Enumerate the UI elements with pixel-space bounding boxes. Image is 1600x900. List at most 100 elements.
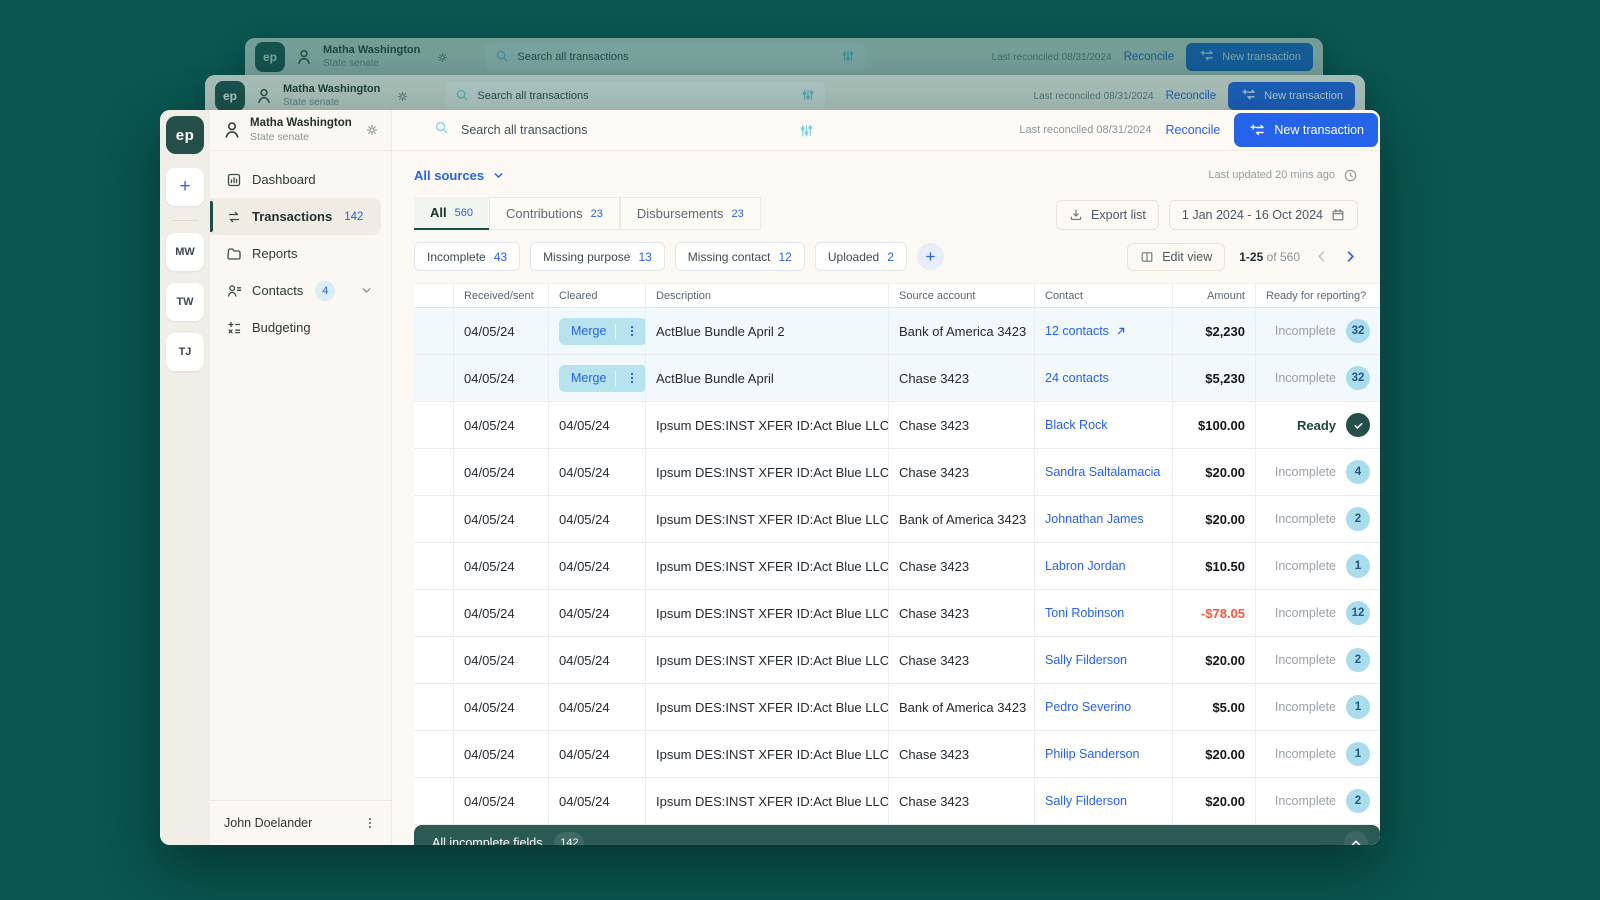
contact-link[interactable]: Sandra Saltalamacia: [1045, 465, 1160, 479]
table-row[interactable]: 04/05/24MergeActBlue Bundle April 2Bank …: [414, 308, 1380, 355]
filter-chip-count: 12: [779, 250, 792, 264]
incomplete-count-badge[interactable]: 2: [1346, 648, 1370, 672]
chevron-up-icon[interactable]: [1344, 831, 1368, 846]
cell-contact: Philip Sanderson: [1035, 731, 1173, 777]
budgeting-icon: [226, 320, 242, 336]
table-row[interactable]: 04/05/2404/05/24Ipsum DES:INST XFER ID:A…: [414, 637, 1380, 684]
filter-chip-missing-purpose[interactable]: Missing purpose13: [530, 242, 665, 271]
filter-chip-incomplete[interactable]: Incomplete43: [414, 242, 520, 271]
cell-cleared: 04/05/24: [549, 778, 646, 824]
table-row[interactable]: 04/05/24MergeActBlue Bundle AprilChase 3…: [414, 355, 1380, 402]
kebab-menu-icon[interactable]: [625, 371, 639, 385]
incomplete-count-badge[interactable]: 1: [1346, 554, 1370, 578]
tab-disbursements[interactable]: Disbursements23: [620, 197, 761, 230]
sidebar-item-transactions[interactable]: Transactions142: [210, 198, 381, 235]
incomplete-fields-bar[interactable]: All incomplete fields 142: [414, 825, 1380, 845]
tab-all[interactable]: All560: [414, 197, 489, 230]
date-range-picker[interactable]: 1 Jan 2024 - 16 Oct 2024: [1169, 200, 1358, 230]
filter-chip-label: Uploaded: [828, 250, 879, 264]
cell-source-account: Chase 3423: [889, 543, 1035, 589]
sidebar-item-label: Dashboard: [252, 172, 316, 187]
kebab-menu-icon[interactable]: [625, 324, 639, 338]
filter-chip-missing-contact[interactable]: Missing contact12: [675, 242, 805, 271]
table-row[interactable]: 04/05/2404/05/24Ipsum DES:INST XFER ID:A…: [414, 684, 1380, 731]
incomplete-count-badge[interactable]: 4: [1346, 460, 1370, 484]
sidebar-nav: Dashboard Transactions142ReportsContacts4…: [210, 151, 391, 346]
contact-link[interactable]: Sally Filderson: [1045, 653, 1127, 667]
kebab-menu-icon[interactable]: [363, 816, 377, 830]
merge-button[interactable]: Merge: [559, 318, 646, 345]
add-workspace-button[interactable]: +: [166, 168, 204, 206]
table-row[interactable]: 04/05/2404/05/24Ipsum DES:INST XFER ID:A…: [414, 731, 1380, 778]
row-select-cell: [414, 308, 454, 354]
contact-link[interactable]: 12 contacts: [1045, 324, 1127, 338]
new-transaction-button[interactable]: New transaction: [1234, 113, 1378, 147]
cell-amount: $5.00: [1173, 684, 1256, 730]
gear-icon[interactable]: [365, 123, 379, 137]
incomplete-count-badge[interactable]: 2: [1346, 507, 1370, 531]
sidebar-item-contacts[interactable]: Contacts4: [210, 272, 381, 309]
contact-link[interactable]: Philip Sanderson: [1045, 747, 1140, 761]
row-select-cell: [414, 496, 454, 542]
incomplete-count-badge[interactable]: 2: [1346, 789, 1370, 813]
table-row[interactable]: 04/05/2404/05/24Ipsum DES:INST XFER ID:A…: [414, 449, 1380, 496]
contact-link[interactable]: Johnathan James: [1045, 512, 1144, 526]
sidebar-item-dashboard[interactable]: Dashboard: [210, 161, 381, 198]
table-row[interactable]: 04/05/2404/05/24Ipsum DES:INST XFER ID:A…: [414, 543, 1380, 590]
chevron-right-icon[interactable]: [1343, 249, 1358, 264]
filter-chip-label: Incomplete: [427, 250, 486, 264]
incomplete-count-badge[interactable]: 1: [1346, 742, 1370, 766]
reconcile-link[interactable]: Reconcile: [1165, 123, 1220, 137]
incomplete-count-badge[interactable]: 12: [1346, 601, 1370, 625]
incomplete-count-badge[interactable]: 32: [1346, 366, 1370, 390]
column-header-cleared: Cleared: [549, 284, 646, 307]
filter-chip-uploaded[interactable]: Uploaded2: [815, 242, 907, 271]
edit-view-button[interactable]: Edit view: [1127, 243, 1225, 271]
tab-contributions[interactable]: Contributions23: [489, 197, 620, 230]
cell-contact: Johnathan James: [1035, 496, 1173, 542]
contact-link[interactable]: Labron Jordan: [1045, 559, 1126, 573]
contact-link[interactable]: Black Rock: [1045, 418, 1108, 432]
filter-chip-count: 13: [638, 250, 651, 264]
export-list-button[interactable]: Export list: [1056, 200, 1159, 230]
workspace-avatar-tj[interactable]: TJ: [166, 333, 204, 371]
contact-link[interactable]: 24 contacts: [1045, 371, 1109, 385]
merge-label: Merge: [571, 324, 606, 338]
chevron-left-icon[interactable]: [1314, 249, 1329, 264]
chevron-down-icon[interactable]: [360, 284, 373, 297]
incomplete-count-badge[interactable]: 32: [1346, 319, 1370, 343]
cell-description: Ipsum DES:INST XFER ID:Act Blue LLC...: [646, 496, 889, 542]
content-area: All sources Last updated 20 mins ago All…: [392, 151, 1380, 845]
account-switcher[interactable]: Matha Washington State senate: [210, 110, 391, 151]
reports-icon: [226, 246, 242, 262]
cell-contact: Black Rock: [1035, 402, 1173, 448]
filter-sliders-icon[interactable]: [799, 123, 814, 138]
sidebar-item-budgeting[interactable]: Budgeting: [210, 309, 381, 346]
user-name: Matha Washington: [250, 117, 352, 131]
cell-description: ActBlue Bundle April: [646, 355, 889, 401]
merge-button[interactable]: Merge: [559, 365, 646, 392]
workspace-avatar-tw[interactable]: TW: [166, 283, 204, 321]
source-filter-dropdown[interactable]: All sources: [414, 168, 505, 183]
clock-icon[interactable]: [1343, 168, 1358, 183]
table-row[interactable]: 04/05/2404/05/24Ipsum DES:INST XFER ID:A…: [414, 496, 1380, 543]
status-label: Incomplete: [1275, 653, 1336, 667]
contact-link[interactable]: Pedro Severino: [1045, 700, 1131, 714]
table-row[interactable]: 04/05/2404/05/24Ipsum DES:INST XFER ID:A…: [414, 778, 1380, 825]
new-transaction-icon: [1248, 123, 1266, 137]
cell-cleared: 04/05/24: [549, 731, 646, 777]
sidebar-item-reports[interactable]: Reports: [210, 235, 381, 272]
table-row[interactable]: 04/05/2404/05/24Ipsum DES:INST XFER ID:A…: [414, 590, 1380, 637]
cell-contact: Sandra Saltalamacia: [1035, 449, 1173, 495]
contact-link[interactable]: Sally Filderson: [1045, 794, 1127, 808]
contact-link[interactable]: Toni Robinson: [1045, 606, 1124, 620]
add-filter-button[interactable]: [917, 243, 944, 270]
workspace-avatar-mw[interactable]: MW: [166, 233, 204, 271]
incomplete-count-badge[interactable]: 1: [1346, 695, 1370, 719]
search-input[interactable]: [459, 122, 789, 138]
table-row[interactable]: 04/05/2404/05/24Ipsum DES:INST XFER ID:A…: [414, 402, 1380, 449]
main-panel: Last reconciled 08/31/2024 Reconcile New…: [392, 110, 1380, 845]
cell-description: ActBlue Bundle April 2: [646, 308, 889, 354]
cell-source-account: Bank of America 3423: [889, 308, 1035, 354]
cell-source-account: Chase 3423: [889, 449, 1035, 495]
